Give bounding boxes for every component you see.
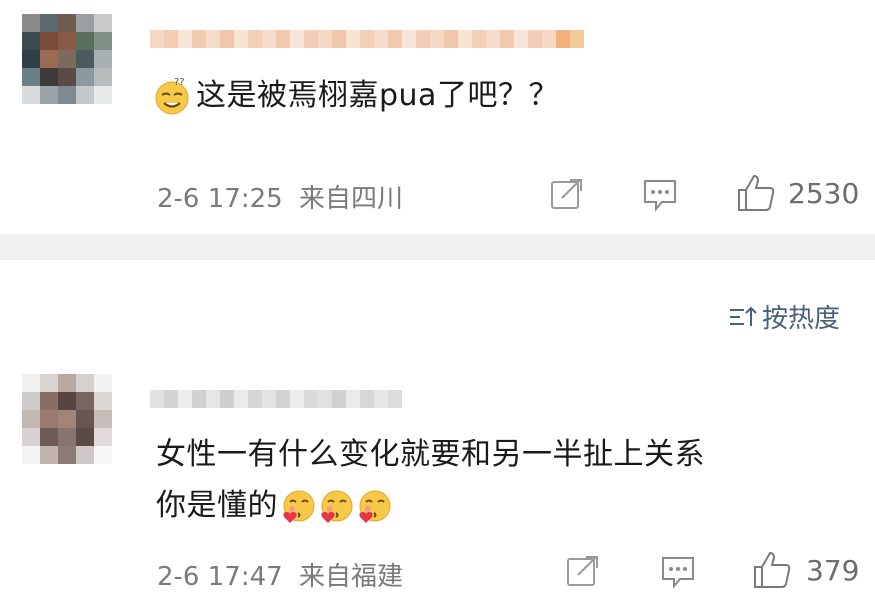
sort-label: 按热度 xyxy=(762,304,841,334)
like-icon xyxy=(752,550,792,590)
share-icon[interactable] xyxy=(566,555,600,587)
heart-kiss-emoji xyxy=(280,487,318,525)
comment-time: 2-6 17:47 xyxy=(157,562,283,592)
comment-1-body: ?? 这是被焉栩嘉pua了吧？？ xyxy=(152,76,559,116)
section-divider xyxy=(0,234,875,260)
comment-text: 这是被焉栩嘉pua了吧？？ xyxy=(196,78,559,113)
username-blurred[interactable] xyxy=(150,390,402,408)
thinking-smile-emoji: ?? xyxy=(152,76,192,116)
like-icon xyxy=(736,173,776,213)
like-count: 2530 xyxy=(788,176,860,210)
comment-text: 你是懂的 xyxy=(156,488,278,523)
comment-icon[interactable] xyxy=(660,555,696,589)
sort-by-hot-button[interactable]: 按热度 xyxy=(728,298,840,335)
like-count: 379 xyxy=(806,553,860,587)
svg-text:??: ?? xyxy=(174,77,185,88)
comment-location: 来自福建 xyxy=(298,562,403,592)
heart-kiss-emoji xyxy=(318,487,356,525)
comment-location: 来自四川 xyxy=(298,184,403,214)
sort-icon xyxy=(728,304,758,330)
comment-2-line2: 你是懂的 xyxy=(156,486,394,526)
share-icon[interactable] xyxy=(550,178,584,210)
username-blurred[interactable] xyxy=(150,30,584,48)
comment-time: 2-6 17:25 xyxy=(157,184,283,214)
like-button[interactable]: 2530 xyxy=(736,173,859,213)
avatar[interactable] xyxy=(22,14,112,104)
comment-icon[interactable] xyxy=(642,178,678,212)
heart-kiss-emoji xyxy=(356,487,394,525)
comment-meta: 2-6 17:47 来自福建 xyxy=(157,556,403,593)
comment-text: 女性一有什么变化就要和另一半扯上关系 xyxy=(156,437,705,472)
like-button[interactable]: 379 xyxy=(752,550,859,590)
avatar[interactable] xyxy=(22,374,112,464)
comment-meta: 2-6 17:25 来自四川 xyxy=(157,178,403,215)
